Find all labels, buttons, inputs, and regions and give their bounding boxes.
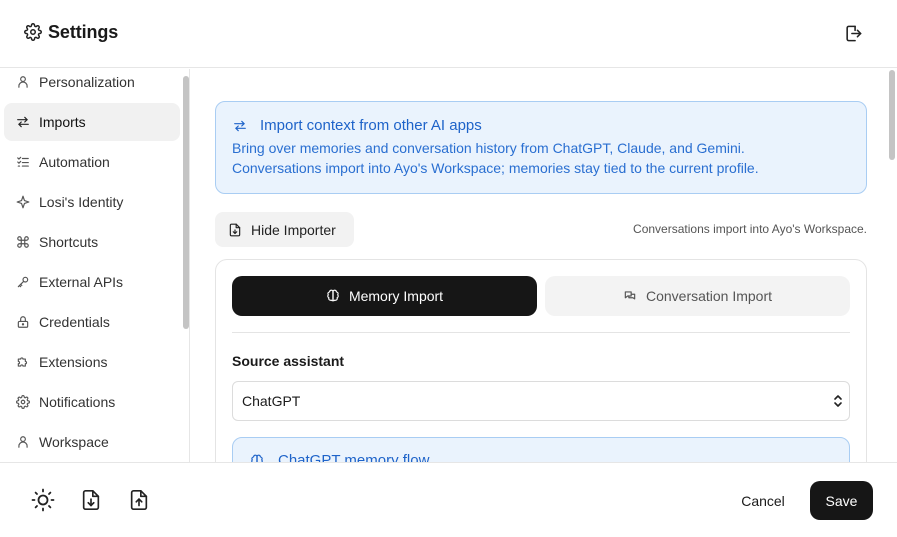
save-button[interactable]: Save [810,481,873,520]
source-assistant-value: ChatGPT [242,393,301,409]
gear-icon [24,23,42,41]
user-icon [18,76,28,88]
brain-icon [251,454,263,462]
memory-flow-title: ChatGPT memory flow [278,452,430,462]
tab-conversation-import[interactable]: Conversation Import [545,276,850,316]
sidebar-item-imports[interactable]: Imports [4,103,180,141]
logout-button[interactable] [842,22,864,44]
sidebar-item-label: Personalization [39,74,135,90]
sidebar-item-label: Credentials [39,314,110,330]
source-assistant-select[interactable]: ChatGPT [232,381,850,421]
sidebar-item-label: Shortcuts [39,234,99,250]
tab-memory-import[interactable]: Memory Import [232,276,537,316]
checklist-icon [17,156,29,167]
sidebar-item-label: Workspace [39,434,109,450]
sidebar-item-losis-identity[interactable]: Losi's Identity [4,183,180,221]
sidebar-item-extensions[interactable]: Extensions [4,343,180,381]
theme-toggle-button[interactable] [30,487,56,513]
sidebar-item-automation[interactable]: Automation [4,143,180,181]
import-info-line-1: Bring over memories and conversation his… [232,140,745,156]
chevron-up-down-icon [834,395,842,407]
tab-memory-import-label: Memory Import [348,288,444,304]
file-import-icon [229,223,241,236]
source-assistant-label: Source assistant [232,353,345,369]
import-settings-button[interactable] [78,487,104,513]
hide-importer-button[interactable]: Hide Importer [215,212,354,247]
tab-divider [232,332,850,333]
memory-flow-callout: ChatGPT memory flow [232,437,850,462]
imports-panel: Import context from other AI apps Bring … [191,69,897,462]
import-info-header: Import context from other AI apps [233,117,482,134]
import-info-callout: Import context from other AI apps Bring … [215,101,867,194]
swap-arrows-icon [234,120,246,131]
swap-arrows-icon [17,116,29,128]
brain-icon [327,289,339,302]
user-icon [18,436,28,448]
memory-flow-header: ChatGPT memory flow [250,452,429,462]
importer-card: Memory Import Conversation Import Source… [215,259,867,462]
sidebar-item-label: External APIs [39,274,124,290]
sidebar-item-label: Imports [39,114,86,130]
sidebar-item-label: Losi's Identity [39,194,124,210]
hide-importer-label: Hide Importer [251,221,336,238]
page-title: Settings [48,21,119,42]
tab-conversation-import-label: Conversation Import [645,288,773,304]
main-scrollbar[interactable] [889,70,895,160]
sun-icon [31,488,55,512]
sidebar-item-shortcuts[interactable]: Shortcuts [4,223,180,261]
gear-icon [16,395,30,409]
sidebar-item-label: Notifications [39,394,116,410]
page-title-group: Settings [24,20,118,44]
sidebar-item-label: Automation [39,154,110,170]
chat-bubbles-icon [624,291,636,300]
logout-icon [845,25,861,41]
sidebar-item-external-apis[interactable]: External APIs [4,263,180,301]
puzzle-icon [17,357,28,367]
settings-footer: Cancel Save [0,462,897,537]
command-icon [17,236,29,248]
settings-sidebar: Personalization Imports Automation Losi'… [0,69,190,462]
import-info-line-2: Conversations import into Ayo's Workspac… [232,160,759,176]
sidebar-item-workspace[interactable]: Workspace [4,423,180,461]
cancel-button[interactable]: Cancel [733,487,793,515]
sidebar-item-notifications[interactable]: Notifications [4,383,180,421]
lock-icon [17,316,29,328]
sparkle-icon [16,195,30,209]
sidebar-scrollbar[interactable] [183,76,189,329]
export-settings-button[interactable] [126,487,152,513]
key-icon [17,276,29,288]
sidebar-item-label: Extensions [39,354,108,370]
sidebar-item-personalization[interactable]: Personalization [4,69,180,101]
file-upload-icon [130,490,148,510]
workspace-hint: Conversations import into Ayo's Workspac… [633,222,867,236]
settings-header: Settings [0,0,897,68]
sidebar-item-credentials[interactable]: Credentials [4,303,180,341]
file-download-icon [82,490,100,510]
import-info-title: Import context from other AI apps [260,117,482,134]
